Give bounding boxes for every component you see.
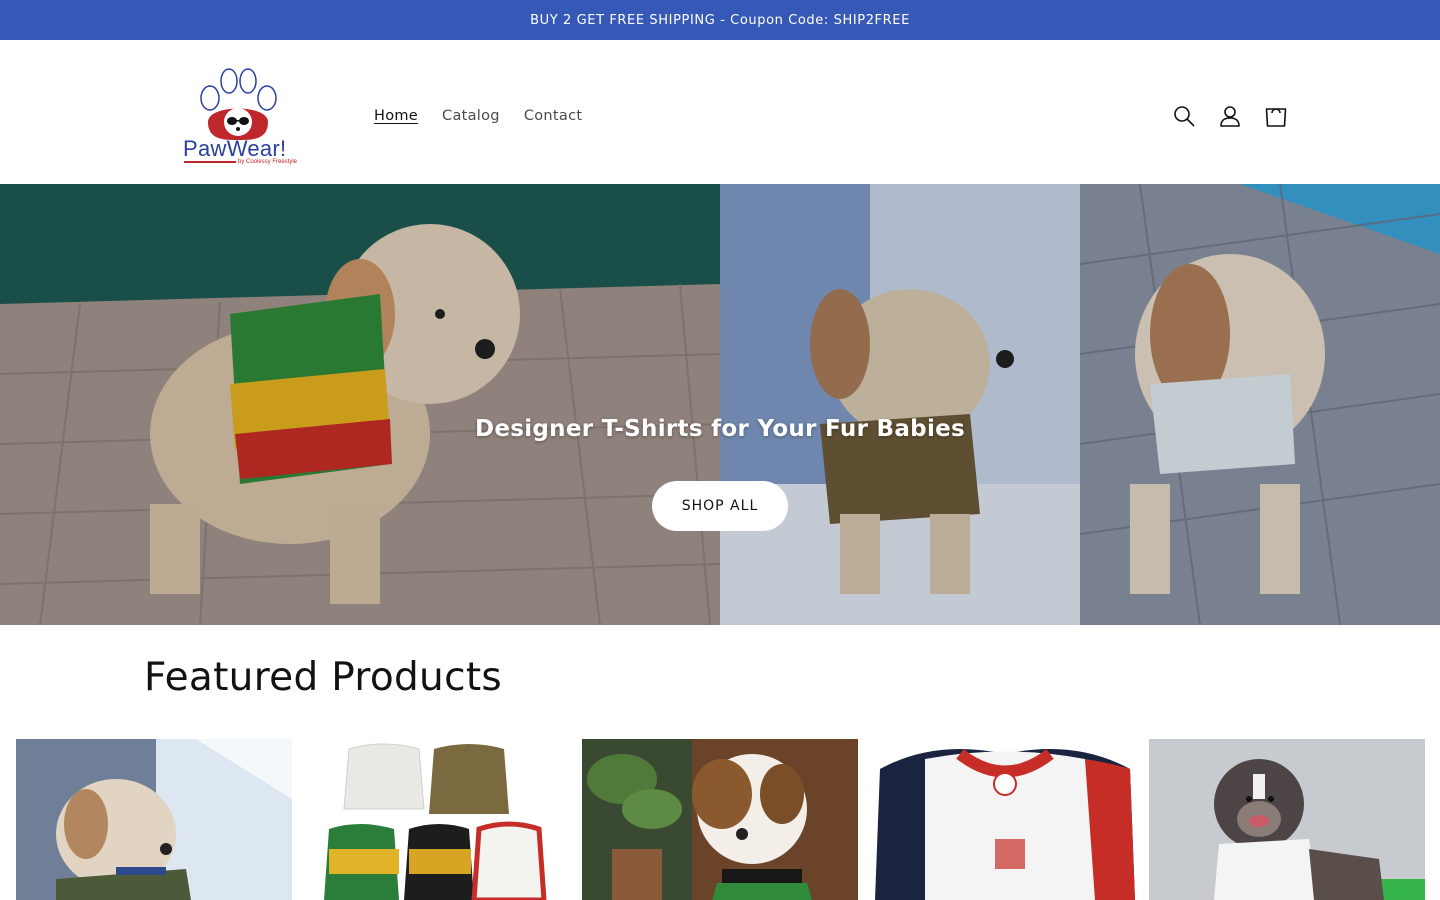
- hero-banner: [0, 184, 1440, 625]
- nav-item-catalog[interactable]: Catalog: [430, 104, 512, 128]
- account-button[interactable]: [1216, 102, 1244, 130]
- product-card[interactable]: [865, 739, 1141, 900]
- product-image-assorted-shirts: [299, 739, 575, 900]
- product-image-terrier: [582, 739, 858, 900]
- brand-tagline: by Coolessy Freestyle: [238, 159, 298, 165]
- search-button[interactable]: [1170, 102, 1198, 130]
- product-card[interactable]: [1149, 739, 1425, 900]
- cart-icon: [1265, 108, 1287, 127]
- featured-products-title: Featured Products: [144, 655, 503, 700]
- product-image-pitbull: [1149, 739, 1425, 900]
- product-image-red-white-blue-shirt: [865, 739, 1141, 900]
- nav-item-contact[interactable]: Contact: [512, 104, 595, 128]
- product-card[interactable]: [582, 739, 858, 900]
- product-grid: [16, 739, 1425, 900]
- announcement-text: BUY 2 GET FREE SHIPPING - Coupon Code: S…: [530, 12, 910, 28]
- product-image-dog-lounge: [16, 739, 292, 900]
- shop-all-button[interactable]: SHOP ALL: [652, 481, 788, 531]
- nav-item-home[interactable]: Home: [362, 104, 430, 128]
- announcement-bar: BUY 2 GET FREE SHIPPING - Coupon Code: S…: [0, 0, 1440, 40]
- product-card[interactable]: [299, 739, 575, 900]
- cart-button[interactable]: [1262, 102, 1290, 130]
- product-card[interactable]: [16, 739, 292, 900]
- account-icon: [1220, 106, 1240, 127]
- hero-overlay: [0, 184, 1440, 625]
- site-header: PawWear! by Coolessy Freestyle Home Cata…: [0, 40, 1440, 184]
- header-actions: [1170, 102, 1290, 130]
- search-icon: [1174, 106, 1195, 127]
- hero-heading: Designer T-Shirts for Your Fur Babies: [474, 416, 966, 442]
- main-nav: Home Catalog Contact: [362, 104, 594, 128]
- brand-underline: [184, 161, 236, 163]
